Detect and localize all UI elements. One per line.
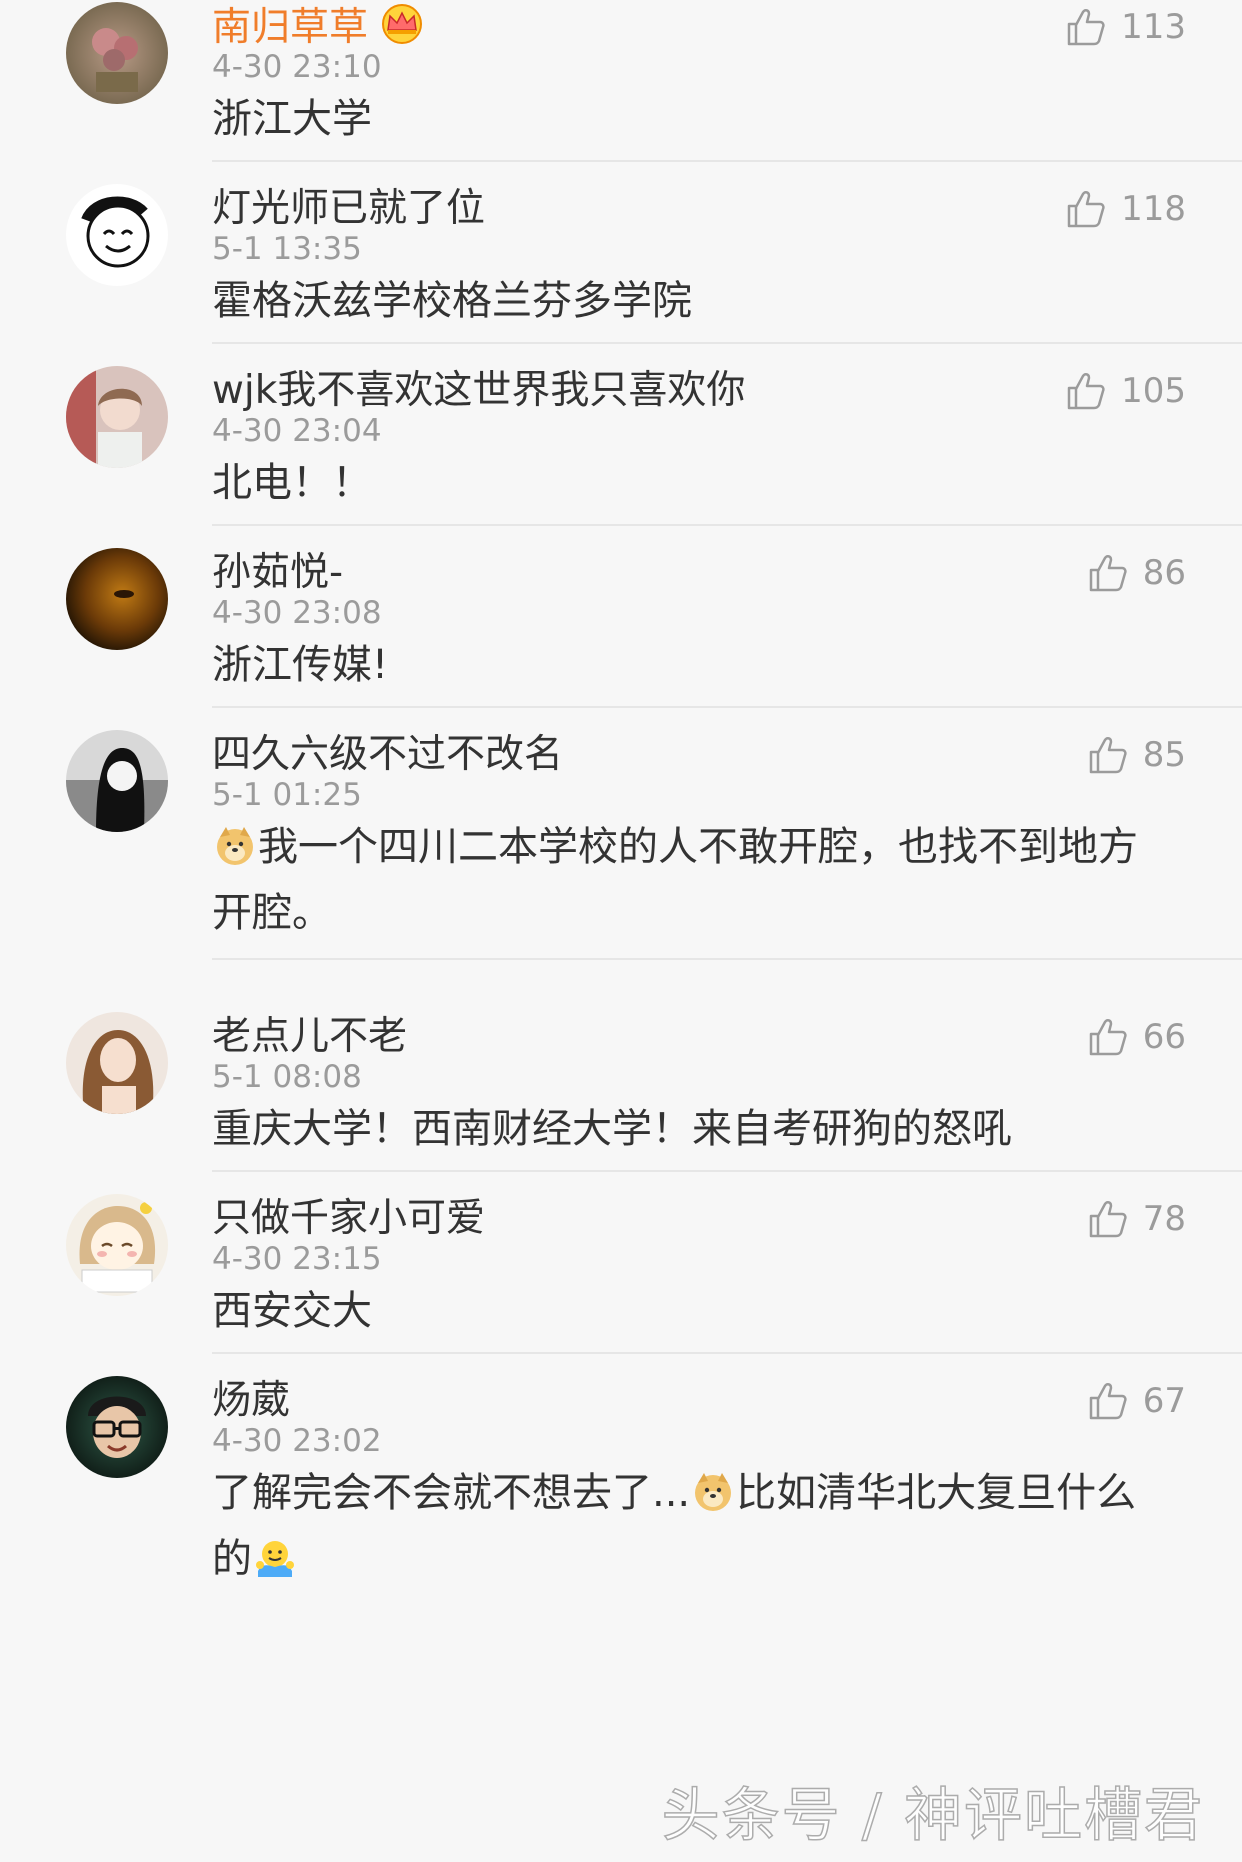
- avatar[interactable]: [66, 730, 168, 832]
- comment-time: 4-30 23:15: [212, 1241, 382, 1277]
- thumbs-up-icon: [1067, 9, 1105, 46]
- comment-text: 霍格沃兹学校格兰芬多学院: [212, 278, 692, 324]
- divider: [212, 958, 1242, 960]
- comment-text: 我一个四川二本学校的人不敢开腔，也找不到地方开腔。: [212, 814, 1172, 946]
- like-button[interactable]: 67: [1087, 1378, 1186, 1424]
- like-button[interactable]: 85: [1087, 732, 1186, 778]
- username[interactable]: 孙茹悦-: [212, 550, 343, 596]
- comment-time: 5-1 08:08: [212, 1059, 362, 1095]
- avatar[interactable]: [66, 184, 168, 286]
- comment-item: 只做千家小可爱 4-30 23:15 西安交大 78: [0, 1192, 1242, 1354]
- thumbs-up-icon: [1067, 373, 1105, 410]
- avatar[interactable]: [66, 1194, 168, 1296]
- like-count: 105: [1121, 371, 1186, 411]
- comment-item: 老点儿不老 5-1 08:08 重庆大学！西南财经大学！来自考研狗的怒吼 66: [0, 1010, 1242, 1172]
- avatar[interactable]: [66, 2, 168, 104]
- like-count: 78: [1142, 1199, 1186, 1239]
- comment-time: 4-30 23:02: [212, 1423, 382, 1459]
- comment-time: 5-1 13:35: [212, 231, 362, 267]
- avatar[interactable]: [66, 366, 168, 468]
- doge-emoji: [214, 825, 256, 867]
- divider: [212, 160, 1242, 162]
- like-button[interactable]: 105: [1065, 368, 1186, 414]
- avatar[interactable]: [66, 1012, 168, 1114]
- shrug-emoji: [254, 1537, 296, 1579]
- username[interactable]: 南归草草: [212, 4, 424, 51]
- comment-item: 四久六级不过不改名 5-1 01:25 我一个四川二本学校的人不敢开腔，也找不到…: [0, 728, 1242, 960]
- divider: [212, 706, 1242, 708]
- like-button[interactable]: 113: [1065, 4, 1186, 50]
- username[interactable]: wjk我不喜欢这世界我只喜欢你: [212, 368, 745, 414]
- divider: [212, 1352, 1242, 1354]
- comment-text: 西安交大: [212, 1288, 372, 1334]
- like-button[interactable]: 118: [1065, 186, 1186, 232]
- like-count: 67: [1142, 1381, 1186, 1421]
- comment-item: 南归草草 4-30 23:10 浙江大学 113: [0, 0, 1242, 162]
- thumbs-up-icon: [1089, 555, 1127, 592]
- comment-item: 孙茹悦- 4-30 23:08 浙江传媒! 86: [0, 546, 1242, 708]
- like-count: 118: [1121, 189, 1186, 229]
- thumbs-up-icon: [1089, 737, 1127, 774]
- like-button[interactable]: 86: [1087, 550, 1186, 596]
- comment-text-part1: 了解完会不会就不想去了...: [212, 1470, 691, 1516]
- comment-text: 浙江传媒!: [212, 642, 389, 688]
- username[interactable]: 老点儿不老: [212, 1014, 407, 1060]
- doge-emoji: [692, 1471, 734, 1513]
- like-count: 66: [1142, 1017, 1186, 1057]
- comment-text: 浙江大学: [212, 96, 372, 142]
- avatar[interactable]: [66, 548, 168, 650]
- comment-time: 4-30 23:10: [212, 49, 382, 85]
- comment-time: 4-30 23:04: [212, 413, 382, 449]
- avatar[interactable]: [66, 1376, 168, 1478]
- like-button[interactable]: 78: [1087, 1196, 1186, 1242]
- comment-time: 4-30 23:08: [212, 595, 382, 631]
- comment-item: 炀葳 4-30 23:02 了解完会不会就不想去了... 比如清华北大复旦什么的 …: [0, 1374, 1242, 1614]
- thumbs-up-icon: [1089, 1383, 1127, 1420]
- comment-time: 5-1 01:25: [212, 777, 362, 813]
- thumbs-up-icon: [1067, 191, 1105, 228]
- username-text: 南归草草: [212, 5, 369, 50]
- crown-icon: [380, 4, 424, 44]
- username[interactable]: 灯光师已就了位: [212, 186, 485, 232]
- like-button[interactable]: 66: [1087, 1014, 1186, 1060]
- like-count: 113: [1121, 7, 1186, 47]
- comment-item: 灯光师已就了位 5-1 13:35 霍格沃兹学校格兰芬多学院 118: [0, 182, 1242, 344]
- like-count: 86: [1142, 553, 1186, 593]
- comment-text: 北电！！: [212, 460, 372, 506]
- divider: [212, 524, 1242, 526]
- comment-text-body: 我一个四川二本学校的人不敢开腔，也找不到地方开腔。: [212, 824, 1138, 936]
- thumbs-up-icon: [1089, 1019, 1127, 1056]
- username[interactable]: 只做千家小可爱: [212, 1196, 485, 1242]
- comment-item: wjk我不喜欢这世界我只喜欢你 4-30 23:04 北电！！ 105: [0, 364, 1242, 526]
- thumbs-up-icon: [1089, 1201, 1127, 1238]
- watermark: 头条号 / 神评吐槽君: [661, 1780, 1204, 1850]
- divider: [212, 342, 1242, 344]
- divider: [212, 1170, 1242, 1172]
- username[interactable]: 四久六级不过不改名: [212, 732, 563, 778]
- like-count: 85: [1142, 735, 1186, 775]
- comment-text: 了解完会不会就不想去了... 比如清华北大复旦什么的: [212, 1460, 1172, 1592]
- username[interactable]: 炀葳: [212, 1378, 290, 1424]
- comment-text: 重庆大学！西南财经大学！来自考研狗的怒吼: [212, 1106, 1012, 1152]
